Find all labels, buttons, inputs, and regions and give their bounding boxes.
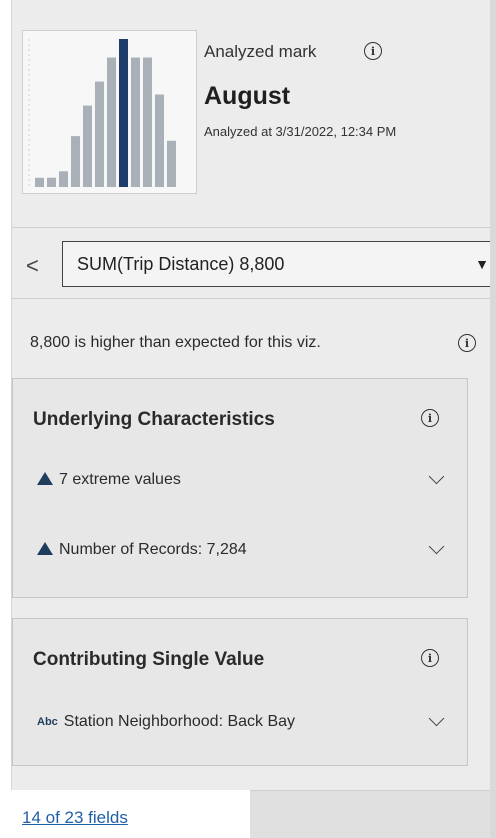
left-edge bbox=[0, 0, 12, 838]
bar bbox=[155, 94, 164, 187]
list-item-label: Number of Records: 7,284 bbox=[59, 541, 247, 558]
chevron-left-icon[interactable]: < bbox=[26, 253, 39, 279]
bar bbox=[35, 177, 44, 187]
chevron-down-icon[interactable] bbox=[427, 539, 447, 559]
bar bbox=[95, 81, 104, 187]
fields-link[interactable]: 14 of 23 fields bbox=[22, 808, 128, 828]
footer-spacer bbox=[250, 790, 496, 838]
abc-icon: Abc bbox=[37, 716, 58, 728]
underlying-characteristics-card: Underlying Characteristics i 7 extreme v… bbox=[12, 378, 468, 598]
measure-select[interactable]: SUM(Trip Distance) 8,800 ▼ bbox=[62, 241, 496, 287]
bar bbox=[47, 177, 56, 187]
mark-title: August bbox=[204, 82, 291, 110]
info-icon[interactable]: i bbox=[364, 42, 382, 60]
caret-down-icon: ▼ bbox=[475, 256, 489, 272]
bar bbox=[167, 140, 176, 187]
bar bbox=[71, 136, 80, 187]
highlighted-bar bbox=[119, 39, 128, 187]
contributing-single-value-card: Contributing Single Value i Abc Station N… bbox=[12, 618, 468, 766]
viz-thumbnail bbox=[22, 30, 197, 194]
bar bbox=[131, 57, 140, 187]
list-item[interactable]: Abc Station Neighborhood: Back Bay bbox=[37, 713, 447, 739]
list-item[interactable]: 7 extreme values bbox=[37, 471, 447, 497]
explain-data-pane: Analyzed mark i August Analyzed at 3/31/… bbox=[0, 0, 496, 838]
footer: 14 of 23 fields bbox=[0, 790, 496, 838]
measure-row: < SUM(Trip Distance) 8,800 ▼ bbox=[12, 229, 496, 299]
list-item[interactable]: Number of Records: 7,284 bbox=[37, 541, 447, 567]
thumbnail-chart bbox=[28, 39, 176, 187]
bar bbox=[143, 57, 152, 187]
bar bbox=[83, 105, 92, 187]
chevron-down-icon[interactable] bbox=[427, 469, 447, 489]
chevron-down-icon[interactable] bbox=[427, 711, 447, 731]
info-icon[interactable]: i bbox=[421, 409, 439, 427]
analyzed-mark-label: Analyzed mark bbox=[204, 42, 317, 61]
card-title: Underlying Characteristics bbox=[33, 409, 275, 430]
card-title: Contributing Single Value bbox=[33, 649, 265, 670]
list-item-label: 7 extreme values bbox=[59, 471, 181, 488]
list-item-label: Station Neighborhood: Back Bay bbox=[63, 713, 296, 730]
bar bbox=[107, 57, 116, 187]
info-icon[interactable]: i bbox=[421, 649, 439, 667]
panel: Analyzed mark i August Analyzed at 3/31/… bbox=[0, 0, 496, 838]
right-edge bbox=[490, 0, 496, 838]
info-icon[interactable]: i bbox=[458, 334, 476, 352]
analyzed-timestamp: Analyzed at 3/31/2022, 12:34 PM bbox=[204, 124, 397, 139]
triangle-up-icon bbox=[37, 542, 53, 555]
analyzed-mark-header: Analyzed mark i August Analyzed at 3/31/… bbox=[12, 0, 496, 228]
explanation-text: 8,800 is higher than expected for this v… bbox=[30, 334, 321, 351]
triangle-up-icon bbox=[37, 472, 53, 485]
measure-select-value: SUM(Trip Distance) 8,800 bbox=[77, 253, 285, 274]
bar bbox=[59, 171, 68, 187]
